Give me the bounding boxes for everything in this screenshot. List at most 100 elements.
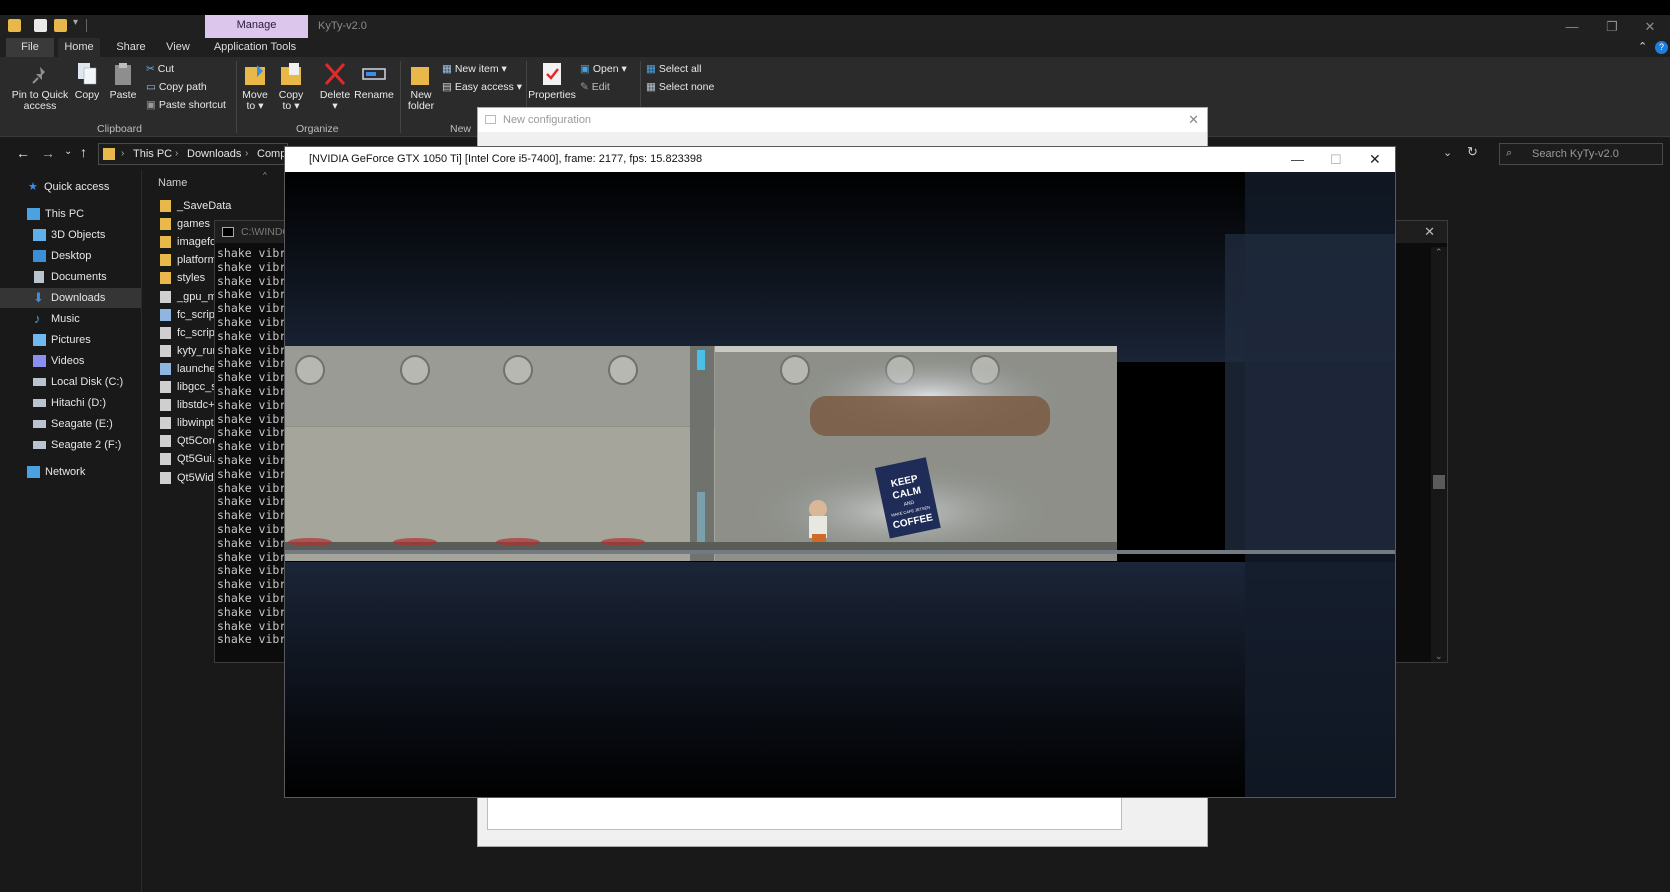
copy-folder-icon [281,63,301,85]
paste-shortcut-label: Paste shortcut [158,99,226,111]
game-title: [NVIDIA GeForce GTX 1050 Ti] [Intel Core… [309,153,703,165]
tab-home[interactable]: Home [58,38,100,57]
breadcrumb-comp[interactable]: Comp [257,148,286,160]
group-separator [236,61,237,133]
open-icon: ▣ [580,63,590,75]
manage-context-tab[interactable]: Manage [205,15,308,38]
column-header-name[interactable]: Name [158,177,187,189]
back-arrow-icon[interactable]: ← [16,145,30,161]
close-button[interactable]: ✕ [1630,15,1670,38]
nav-item-this-pc[interactable]: This PC [0,204,141,224]
pin-to-quick-access-button[interactable]: Pin to Quick access [6,65,74,112]
nav-item-seagate-e[interactable]: Seagate (E:) [0,414,141,434]
new-folder-label: New folder [407,89,435,112]
help-icon[interactable]: ? [1655,41,1668,54]
cut-button[interactable]: ✂ Cut [146,63,174,75]
open-button[interactable]: ▣ Open ▾ [580,63,627,75]
nav-item-quick-access[interactable]: ★ Quick access [0,177,141,197]
scroll-down-icon[interactable]: ⌄ [1435,651,1443,662]
console-line: shake vibr [217,480,287,495]
properties-button[interactable]: Properties [528,61,576,101]
chevron-right-icon: › [245,148,249,159]
paste-button[interactable]: Paste [108,61,138,101]
minimize-button[interactable]: — [1552,15,1592,38]
document-icon [34,271,44,283]
copy-to-button[interactable]: Copy to ▾ [276,61,306,112]
console-line: shake vibr [217,508,287,523]
game-window[interactable]: [NVIDIA GeForce GTX 1050 Ti] [Intel Core… [284,146,1396,798]
console-output: shake vibr shake vibr shake vibr shake vibr… [217,246,287,647]
search-input[interactable]: ⌕ Search KyTy-v2.0 [1499,143,1663,165]
recent-locations-icon[interactable]: ⌄ [64,146,72,157]
file-name: kyty_run [177,344,219,357]
game-close-button[interactable]: ✕ [1369,147,1381,172]
up-arrow-icon[interactable]: ↑ [80,144,87,160]
tab-application-tools[interactable]: Application Tools [210,38,300,57]
game-maximize-button[interactable]: ☐ [1330,147,1342,172]
properties-icon[interactable] [34,19,47,32]
rename-icon [362,68,386,80]
tab-view[interactable]: View [160,38,196,57]
new-item-button[interactable]: ▦ New item ▾ [442,63,507,75]
floor-line [285,550,1395,554]
file-name: fc_script [177,308,218,321]
scroll-up-icon[interactable]: ⌃ [1435,247,1443,258]
breadcrumb-this-pc[interactable]: This PC [133,148,172,160]
search-placeholder: Search KyTy-v2.0 [1532,148,1619,160]
astronaut-character [809,500,827,542]
delete-label: Delete [319,89,351,101]
breadcrumb-downloads[interactable]: Downloads [187,148,241,160]
refresh-icon[interactable]: ↻ [1467,144,1478,160]
ribbon-collapse-icon[interactable]: ⌃ [1638,40,1647,53]
address-bar[interactable]: › This PC › Downloads › Comp [98,143,288,165]
move-to-button[interactable]: Move to ▾ [240,61,270,112]
nav-item-hitachi-d[interactable]: Hitachi (D:) [0,393,141,413]
nav-item-desktop[interactable]: Desktop [0,246,141,266]
game-minimize-button[interactable]: — [1291,147,1304,172]
console-line: shake vibr [217,577,287,592]
select-none-button[interactable]: ▦ Select none [646,81,714,93]
nav-item-downloads[interactable]: ⬇ Downloads [0,288,141,308]
edit-button[interactable]: ✎ Edit [580,81,610,93]
maximize-button[interactable]: ❐ [1592,15,1632,38]
scroll-thumb[interactable] [1433,475,1445,489]
new-folder-button[interactable]: New folder [404,61,438,112]
file-icon [160,435,171,448]
paste-shortcut-button[interactable]: ▣ Paste shortcut [146,99,226,111]
nav-label: Network [45,466,86,478]
nav-item-seagate-2-f[interactable]: Seagate 2 (F:) [0,435,141,455]
folder-icon [160,254,171,267]
tab-share[interactable]: Share [112,38,150,57]
copy-path-button[interactable]: ▭ Copy path [146,81,207,93]
nav-item-3d-objects[interactable]: 3D Objects [0,225,141,245]
copy-button[interactable]: Copy [72,61,102,101]
download-icon: ⬇ [33,290,44,305]
drive-icon [33,420,46,428]
game-viewport[interactable]: KEEP CALM AND MAKE CAFE JETSEN COFFEE [285,172,1395,797]
file-icon [160,344,171,357]
select-all-button[interactable]: ▦ Select all [646,63,701,75]
delete-button[interactable]: Delete ▾ [318,61,352,112]
easy-access-button[interactable]: ▤ Easy access ▾ [442,81,522,93]
address-dropdown-icon[interactable]: ⌄ [1443,146,1452,159]
file-icon [160,326,171,339]
console-scrollbar[interactable]: ⌃ ⌄ [1431,247,1447,662]
nav-item-network[interactable]: Network [0,462,141,482]
nav-item-music[interactable]: ♪ Music [0,309,141,329]
desktop-icon [33,250,46,262]
console-close-button[interactable]: ✕ [1424,224,1435,240]
file-name: libgcc_s [177,381,217,393]
forward-arrow-icon[interactable]: → [41,145,55,161]
nav-item-pictures[interactable]: Pictures [0,330,141,350]
customize-quick-access-icon[interactable]: ▾ [73,17,78,28]
dialog-title-bar: New configuration ✕ [478,108,1207,132]
new-folder-icon[interactable] [54,19,67,32]
dialog-close-button[interactable]: ✕ [1188,108,1199,132]
nav-item-documents[interactable]: Documents [0,267,141,287]
move-to-label: Move to [242,89,268,112]
rename-button[interactable]: Rename [354,61,394,101]
network-icon [27,466,40,478]
nav-item-local-disk-c[interactable]: Local Disk (C:) [0,372,141,392]
tab-file[interactable]: File [6,38,54,57]
nav-item-videos[interactable]: Videos [0,351,141,371]
